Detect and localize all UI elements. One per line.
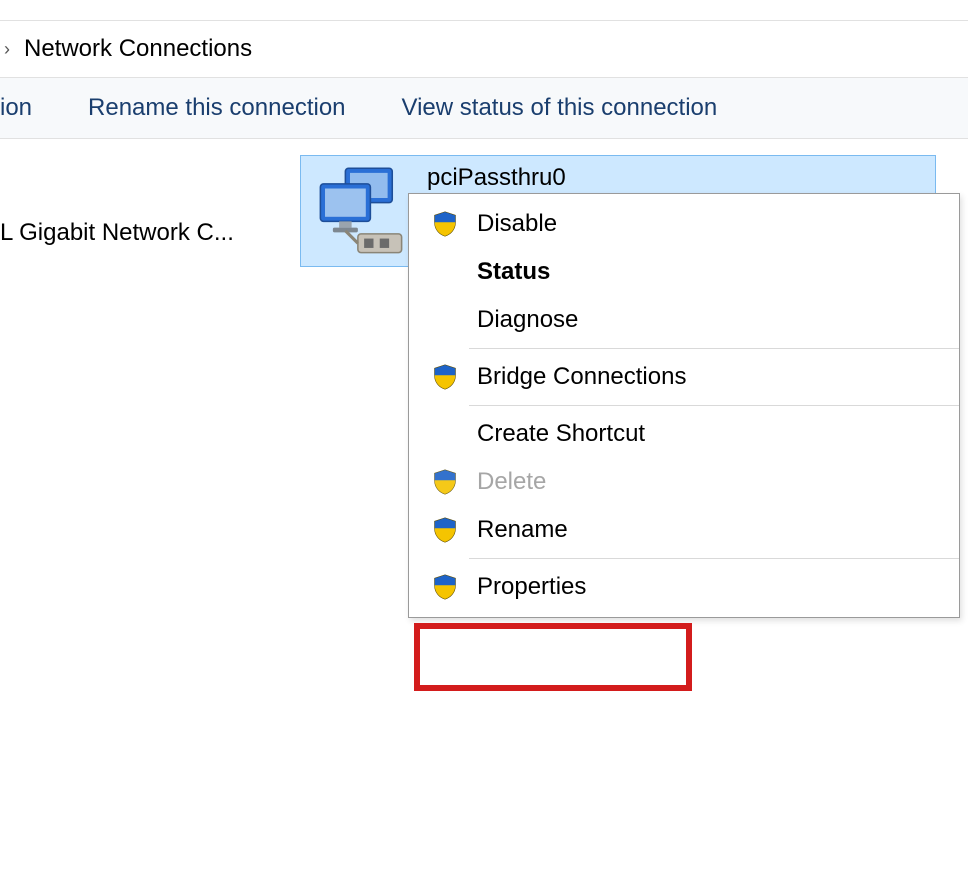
toolbar-rename-connection[interactable]: Rename this connection	[60, 94, 373, 122]
uac-shield-icon	[431, 516, 473, 544]
context-menu-properties[interactable]: Properties	[409, 563, 959, 611]
breadcrumb-bar: › Network Connections	[0, 20, 968, 78]
context-menu-delete: Delete	[409, 458, 959, 506]
context-menu-label: Disable	[473, 210, 557, 238]
context-menu-separator	[469, 405, 959, 406]
context-menu-label: Bridge Connections	[473, 363, 686, 391]
context-menu-label: Properties	[473, 573, 586, 601]
uac-shield-icon	[431, 363, 473, 391]
toolbar: ion Rename this connection View status o…	[0, 78, 968, 139]
context-menu-rename[interactable]: Rename	[409, 506, 959, 554]
icon-slot-empty	[431, 306, 473, 334]
context-menu-bridge-connections[interactable]: Bridge Connections	[409, 353, 959, 401]
context-menu-status[interactable]: Status	[409, 248, 959, 296]
content-area: L Gigabit Network C...	[0, 139, 968, 870]
context-menu-label: Delete	[473, 468, 546, 496]
context-menu: Disable Status Diagnose Bridge Connectio…	[408, 193, 960, 618]
icon-slot-empty	[431, 258, 473, 286]
network-adapter-icon	[311, 162, 411, 262]
context-menu-separator	[469, 348, 959, 349]
toolbar-view-status[interactable]: View status of this connection	[374, 94, 746, 122]
network-adapter-name: pciPassthru0	[427, 162, 566, 192]
context-menu-label: Rename	[473, 516, 568, 544]
breadcrumb-title[interactable]: Network Connections	[24, 35, 252, 63]
context-menu-label: Diagnose	[473, 306, 578, 334]
context-menu-disable[interactable]: Disable	[409, 200, 959, 248]
breadcrumb-separator: ›	[4, 39, 10, 60]
uac-shield-icon	[431, 573, 473, 601]
icon-slot-empty	[431, 420, 473, 448]
toolbar-item-truncated[interactable]: ion	[0, 94, 60, 122]
context-menu-diagnose[interactable]: Diagnose	[409, 296, 959, 344]
uac-shield-icon	[431, 468, 473, 496]
uac-shield-icon	[431, 210, 473, 238]
annotation-highlight-box	[414, 623, 692, 691]
adapter-description-truncated: L Gigabit Network C...	[0, 219, 300, 247]
context-menu-separator	[469, 558, 959, 559]
context-menu-label: Create Shortcut	[473, 420, 645, 448]
context-menu-label: Status	[473, 258, 550, 286]
context-menu-create-shortcut[interactable]: Create Shortcut	[409, 410, 959, 458]
